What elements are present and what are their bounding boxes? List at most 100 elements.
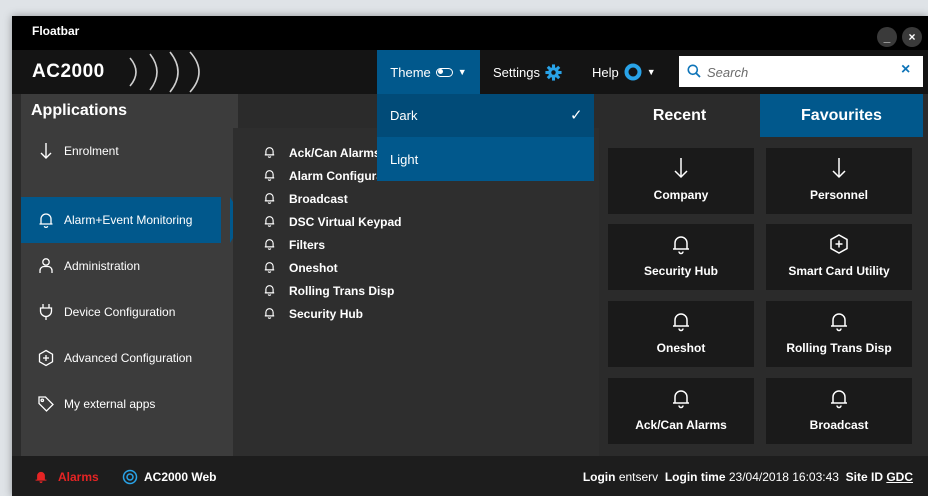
search-input[interactable] <box>705 61 889 83</box>
lifebuoy-icon <box>624 63 642 81</box>
list-item-label: Broadcast <box>289 192 348 206</box>
help-menu[interactable]: Help ▼ <box>592 50 656 94</box>
sidebar-item-device-configuration[interactable]: Device Configuration <box>21 289 233 335</box>
favourite-tile[interactable]: Personnel <box>766 148 912 214</box>
bell-icon <box>831 390 847 409</box>
help-label: Help <box>592 64 619 80</box>
caret-down-icon: ▼ <box>457 67 467 77</box>
bell-icon <box>264 285 275 296</box>
floatbar-window: Floatbar _ × AC2000 Theme ▼ Settings Hel… <box>12 16 928 496</box>
right-panel: Recent Favourites Company Personnel Secu… <box>599 94 928 456</box>
bell-icon <box>39 213 53 229</box>
list-item-label: Oneshot <box>289 261 338 275</box>
arrow-down-icon <box>832 158 846 179</box>
ac2000-web-link[interactable]: AC2000 Web <box>144 470 216 484</box>
tile-label: Smart Card Utility <box>788 264 890 278</box>
web-icon <box>122 469 138 485</box>
list-item-label: Ack/Can Alarms <box>289 146 381 160</box>
brand-logo-text: AC2000 <box>32 61 105 82</box>
caret-down-icon: ▼ <box>646 67 656 77</box>
sidebar-item-alarm-event-monitoring[interactable]: Alarm+Event Monitoring <box>21 197 244 243</box>
theme-dropdown: Dark ✓ Light <box>377 94 594 181</box>
bell-icon <box>264 239 275 250</box>
tile-label: Ack/Can Alarms <box>635 418 727 432</box>
theme-option-label: Dark <box>390 108 418 123</box>
tile-label: Personnel <box>809 188 869 202</box>
bell-icon <box>673 313 689 332</box>
theme-option-light[interactable]: Light <box>377 138 594 181</box>
favourite-tile[interactable]: Broadcast <box>766 378 912 444</box>
site-id-link[interactable]: GDC <box>886 470 913 484</box>
sidebar-item-label: Alarm+Event Monitoring <box>64 213 193 227</box>
tab-favourites[interactable]: Favourites <box>760 94 923 137</box>
sidebar-item-label: Device Configuration <box>64 305 176 319</box>
bell-icon <box>264 308 275 319</box>
sidebar-item-advanced-configuration[interactable]: Advanced Configuration <box>21 335 233 381</box>
bell-icon <box>264 170 275 181</box>
search-icon <box>687 64 701 78</box>
list-item-label: Filters <box>289 238 326 252</box>
window-title: Floatbar <box>32 24 80 38</box>
toggle-icon <box>435 67 453 77</box>
alarm-bell-icon <box>35 471 47 483</box>
session-info: Login entserv Login time 23/04/2018 16:0… <box>583 470 913 484</box>
search-box: × <box>679 56 923 87</box>
tile-label: Broadcast <box>809 418 869 432</box>
favourite-tile[interactable]: Ack/Can Alarms <box>608 378 754 444</box>
gear-icon <box>545 63 562 81</box>
alarms-link[interactable]: Alarms <box>58 470 99 484</box>
login-value: entserv <box>618 470 659 484</box>
bell-icon <box>673 390 689 409</box>
title-bar: Floatbar _ × <box>12 16 928 50</box>
header-bar: AC2000 Theme ▼ Settings Help ▼ Search × <box>12 50 928 94</box>
sidebar-item-my-external-apps[interactable]: My external apps <box>21 381 233 427</box>
settings-menu[interactable]: Settings <box>493 50 562 94</box>
list-item-label: Rolling Trans Disp <box>289 284 395 298</box>
bell-icon <box>264 216 275 227</box>
theme-option-dark[interactable]: Dark ✓ <box>377 94 594 137</box>
list-item-label: DSC Virtual Keypad <box>289 215 402 229</box>
sidebar-item-label: My external apps <box>64 397 156 411</box>
site-id-label: Site ID <box>845 470 883 484</box>
close-button[interactable]: × <box>902 27 922 47</box>
login-time-label: Login time <box>664 470 726 484</box>
applications-title: Applications <box>31 102 128 119</box>
login-time-value: 23/04/2018 16:03:43 <box>728 470 839 484</box>
sidebar-item-label: Administration <box>64 259 141 273</box>
applications-sidebar: Enrolment Alarm+Event Monitoring Adminis… <box>21 128 244 456</box>
search-clear-button[interactable]: × <box>901 61 910 79</box>
sidebar-item-label: Enrolment <box>64 144 119 158</box>
person-icon <box>39 258 53 273</box>
login-label: Login <box>582 470 616 484</box>
bell-icon <box>673 236 689 255</box>
arrow-down-icon <box>674 158 688 179</box>
sidebar-item-enrolment[interactable]: Enrolment <box>21 128 233 174</box>
minimize-button[interactable]: _ <box>877 27 897 47</box>
tile-label: Company <box>653 188 709 202</box>
tile-label: Rolling Trans Disp <box>786 341 892 355</box>
favourite-tile[interactable]: Company <box>608 148 754 214</box>
status-bar: Alarms AC2000 Web Login entserv Login ti… <box>12 456 928 496</box>
arrow-down-icon <box>40 143 52 159</box>
advanced-config-icon <box>830 234 848 254</box>
checkmark-icon: ✓ <box>570 107 583 124</box>
list-item-label: Security Hub <box>289 307 364 321</box>
sidebar-item-administration[interactable]: Administration <box>21 243 233 289</box>
bell-icon <box>264 147 275 158</box>
theme-menu[interactable]: Theme ▼ <box>377 50 480 94</box>
theme-label: Theme <box>390 64 431 80</box>
tile-label: Security Hub <box>643 264 718 278</box>
favourite-tile[interactable]: Rolling Trans Disp <box>766 301 912 367</box>
bell-icon <box>264 193 275 204</box>
bell-icon <box>264 262 275 273</box>
favourite-tile[interactable]: Smart Card Utility <box>766 224 912 290</box>
logo-arcs-icon <box>129 51 200 93</box>
favourite-tile[interactable]: Security Hub <box>608 224 754 290</box>
tile-label: Oneshot <box>656 341 706 355</box>
plug-icon <box>39 304 53 320</box>
tag-icon <box>38 396 54 412</box>
tab-recent[interactable]: Recent <box>599 94 760 137</box>
bell-icon <box>831 313 847 332</box>
settings-label: Settings <box>493 64 540 80</box>
favourite-tile[interactable]: Oneshot <box>608 301 754 367</box>
